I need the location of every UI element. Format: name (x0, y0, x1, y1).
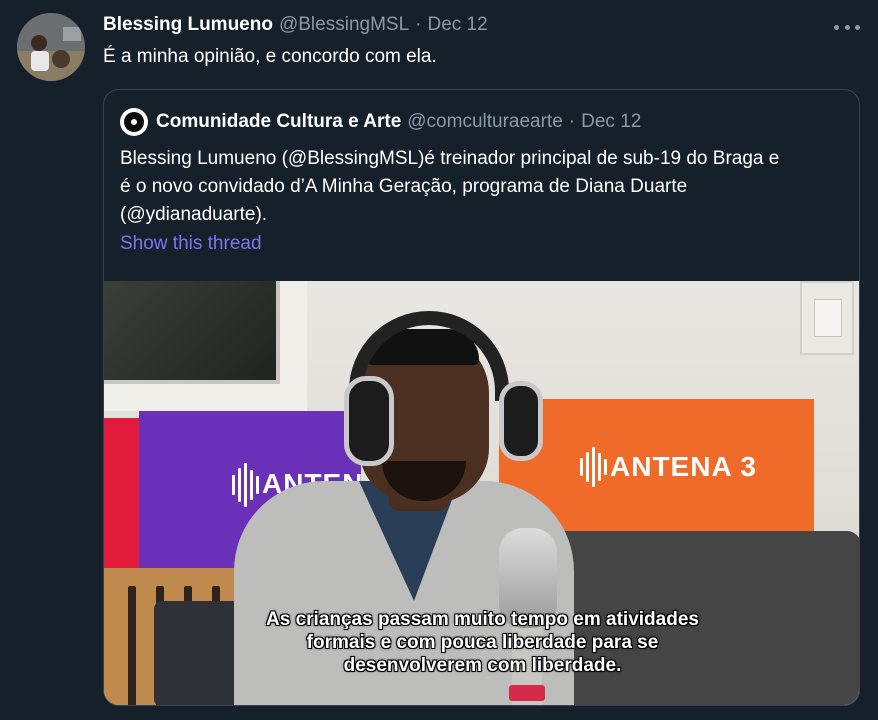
headphone-earcup (499, 381, 543, 461)
headphone-earcup (344, 376, 394, 466)
quoted-tweet-text: Blessing Lumueno (@BlessingMSL)é treinad… (120, 145, 845, 229)
more-icon[interactable] (834, 20, 860, 34)
quoted-tweet-header: Comunidade Cultura e Arte @comculturaear… (120, 108, 641, 136)
quoted-author-name[interactable]: Comunidade Cultura e Arte (156, 111, 401, 133)
quoted-text-line: (@ydianaduarte). (120, 204, 268, 225)
more-dot (844, 24, 850, 30)
tweet-date[interactable]: Dec 12 (427, 14, 487, 36)
quoted-text-line: é o novo convidado d’A Minha Geração, pr… (120, 176, 688, 197)
quoted-tweet-date[interactable]: Dec 12 (581, 111, 641, 133)
quoted-tweet[interactable]: Comunidade Cultura e Arte @comculturaear… (103, 89, 860, 706)
more-dot (855, 24, 860, 30)
antena-label-right: ANTENA 3 (610, 451, 757, 482)
author-name[interactable]: Blessing Lumueno (103, 14, 273, 36)
more-dot (834, 24, 839, 30)
subtitle-line: desenvolverem com liberdade. (343, 655, 622, 676)
tweet-header: Blessing Lumueno @BlessingMSL · Dec 12 (103, 14, 488, 40)
red-panel (104, 418, 139, 568)
antena-logo-icon (232, 463, 259, 507)
quoted-avatar-icon[interactable] (120, 108, 148, 136)
author-handle[interactable]: @BlessingMSL (279, 14, 409, 36)
avatar[interactable] (17, 13, 85, 81)
video-subtitles: As crianças passam muito tempo em ativid… (104, 608, 859, 677)
video-player[interactable]: ANTEN ANTENA 3 As c (104, 281, 859, 705)
subtitle-line: As crianças passam muito tempo em ativid… (266, 609, 699, 630)
quoted-author-handle[interactable]: @comculturaearte (407, 111, 563, 133)
tweet-text: É a minha opinião, e concordo com ela. (103, 46, 437, 67)
avatar-image (17, 13, 85, 81)
header-separator: · (415, 14, 422, 35)
show-thread-link[interactable]: Show this thread (120, 233, 262, 255)
antena-logo-icon (580, 447, 607, 487)
mic-base (509, 685, 545, 701)
quoted-header-separator: · (568, 111, 576, 132)
studio-window (104, 281, 307, 411)
tweet[interactable]: Blessing Lumueno @BlessingMSL · Dec 12 É… (0, 0, 878, 720)
quoted-text-line: Blessing Lumueno (@BlessingMSL)é treinad… (120, 148, 780, 169)
subtitle-line: formais e com pouca liberdade para se (306, 632, 659, 653)
wall-switch (800, 281, 854, 355)
